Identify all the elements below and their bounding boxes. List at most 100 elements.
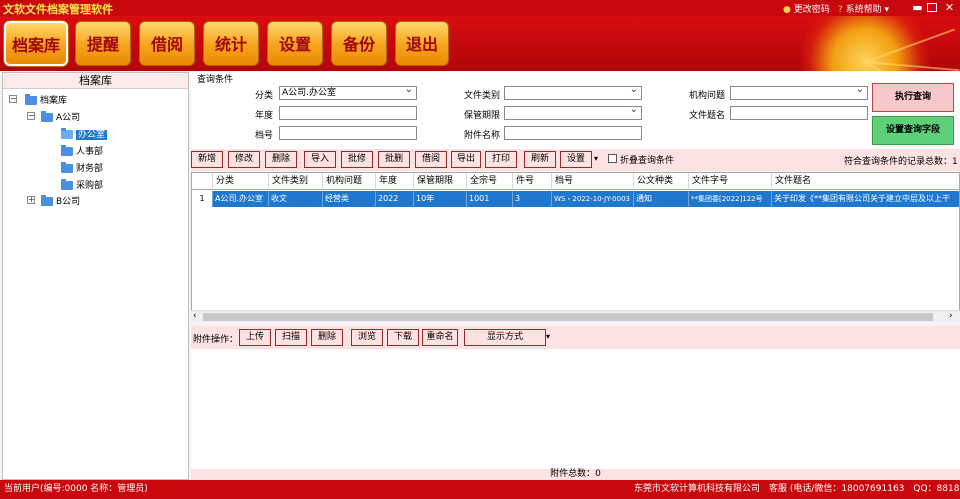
grid-cell[interactable]: 3	[513, 191, 552, 207]
attachment-name-input[interactable]	[504, 126, 642, 140]
settings-dropdown-icon[interactable]: ▾	[594, 154, 598, 163]
col-header[interactable]: 全宗号	[467, 173, 513, 190]
col-header[interactable]: 文件类别	[269, 173, 323, 190]
grid-cell[interactable]: 经营类	[323, 191, 376, 207]
file-type-select[interactable]	[504, 84, 642, 100]
browse-button[interactable]: 浏览	[351, 329, 383, 346]
settings-button[interactable]: 设置	[560, 151, 592, 168]
collapse-toggle[interactable]: −	[9, 95, 17, 103]
col-header[interactable]: 文件字号	[689, 173, 772, 190]
tree-node-finance[interactable]: 财务部	[61, 161, 103, 174]
grid-cell[interactable]: 1001	[467, 191, 513, 207]
archive-tree-panel: 档案库 − 档案库 − A公司 办公室 人事部 财务部 采购部 + B公司	[2, 72, 189, 480]
folder-icon	[61, 145, 73, 156]
nav-borrow[interactable]: 借阅	[139, 21, 195, 66]
grid-cell[interactable]: A公司.办公室	[213, 191, 269, 207]
borrow-button[interactable]: 借阅	[415, 151, 447, 168]
col-header[interactable]: 机构问题	[323, 173, 376, 190]
scrollbar-thumb[interactable]	[203, 313, 933, 321]
archive-no-input[interactable]	[279, 126, 417, 140]
attachment-delete-button[interactable]: 删除	[311, 329, 343, 346]
delete-button[interactable]: 删除	[265, 151, 297, 168]
system-help-menu[interactable]: ? 系统帮助 ▾	[838, 2, 889, 15]
nav-backup[interactable]: 备份	[331, 21, 387, 66]
tree-node-company-b[interactable]: B公司	[41, 194, 80, 207]
col-header[interactable]: 年度	[376, 173, 414, 190]
query-section-title: 查询条件	[197, 75, 234, 85]
tree-node-hr[interactable]: 人事部	[61, 144, 103, 157]
tree-node-purchasing[interactable]: 采购部	[61, 178, 103, 191]
folder-icon	[61, 179, 73, 190]
nav-reminder[interactable]: 提醒	[75, 21, 131, 66]
nav-settings[interactable]: 设置	[267, 21, 323, 66]
tree-node-label: 财务部	[76, 164, 104, 174]
tree-node-office[interactable]: 办公室	[61, 127, 108, 140]
scroll-left-icon[interactable]: ‹	[193, 311, 197, 321]
nav-statistics[interactable]: 统计	[203, 21, 259, 66]
add-button[interactable]: 新增	[191, 151, 223, 168]
record-count: 符合查询条件的记录总数：1	[844, 157, 958, 167]
print-button[interactable]: 打印	[485, 151, 517, 168]
grid-cell[interactable]: 2022	[376, 191, 414, 207]
close-button[interactable]: ✕	[943, 2, 956, 14]
attachment-total: 附件总数：0	[191, 469, 960, 480]
maximize-button[interactable]	[927, 3, 937, 12]
grid-cell[interactable]: 关于印发《**集团有限公司关于建立中层及以上干	[772, 191, 959, 207]
change-password-link[interactable]: ● 更改密码	[783, 2, 830, 15]
nav-exit[interactable]: 退出	[395, 21, 449, 66]
help-icon: ?	[838, 5, 843, 15]
collapse-query-label: 折叠查询条件	[620, 156, 675, 166]
col-header[interactable]: 件号	[513, 173, 552, 190]
grid-cell[interactable]: 收文	[269, 191, 323, 207]
edit-button[interactable]: 修改	[228, 151, 260, 168]
set-query-fields-button[interactable]: 设置查询字段	[872, 116, 954, 145]
retention-select[interactable]	[504, 104, 642, 120]
collapse-toggle[interactable]: −	[27, 112, 35, 120]
attachment-name-label: 附件名称	[464, 131, 501, 141]
tree-header: 档案库	[3, 73, 188, 89]
tree-node-label: 采购部	[76, 181, 104, 191]
grid-cell[interactable]: 通知	[634, 191, 689, 207]
year-input[interactable]	[279, 106, 417, 120]
rename-button[interactable]: 重命名	[422, 329, 458, 346]
grid-cell[interactable]: 10年	[414, 191, 467, 207]
col-header[interactable]: 保管期限	[414, 173, 467, 190]
minimize-button[interactable]: ▬	[911, 2, 924, 14]
record-toolbar: 新增 修改 删除 导入 批修 批删 借阅 导出 打印 刷新 设置 ▾ 折叠查询条…	[191, 149, 960, 171]
download-button[interactable]: 下载	[387, 329, 419, 346]
display-mode-button[interactable]: 显示方式	[464, 329, 546, 346]
col-header[interactable]: 分类	[213, 173, 269, 190]
tree-node-root[interactable]: 档案库	[25, 93, 67, 106]
nav-banner: 档案库 提醒 借阅 统计 设置 备份 退出	[0, 16, 960, 71]
grid-cell[interactable]: **集团委[2022]122号	[689, 191, 772, 207]
row-number[interactable]: 1	[192, 191, 213, 207]
col-header[interactable]: 公文种类	[634, 173, 689, 190]
col-header[interactable]: 档号	[552, 173, 634, 190]
col-header[interactable]: 文件题名	[772, 173, 959, 190]
scroll-right-icon[interactable]: ›	[949, 311, 953, 321]
import-button[interactable]: 导入	[304, 151, 336, 168]
file-title-input[interactable]	[730, 106, 868, 120]
refresh-button[interactable]: 刷新	[524, 151, 556, 168]
attachment-list[interactable]	[191, 349, 960, 469]
horizontal-scrollbar[interactable]: ‹ ›	[191, 310, 960, 322]
nav-archive[interactable]: 档案库	[4, 21, 68, 66]
export-button[interactable]: 导出	[451, 151, 481, 168]
grid-cell[interactable]: WS・2022-10-JY-0003	[552, 191, 634, 207]
scan-button[interactable]: 扫描	[275, 329, 307, 346]
year-label: 年度	[255, 111, 274, 121]
expand-toggle[interactable]: +	[27, 196, 35, 204]
collapse-query-checkbox[interactable]	[608, 154, 617, 163]
org-issue-select[interactable]	[730, 84, 868, 100]
upload-button[interactable]: 上传	[239, 329, 271, 346]
query-panel: 查询条件 分类 A公司.办公室 年度 档号 文件类别 保管期限 附件名称 机构问…	[191, 72, 960, 149]
app-title: 文软文件档案管理软件	[3, 3, 113, 16]
execute-query-button[interactable]: 执行查询	[872, 83, 954, 112]
category-select[interactable]: A公司.办公室	[279, 84, 417, 100]
display-mode-dropdown-icon[interactable]: ▾	[546, 332, 550, 341]
tree-node-company-a[interactable]: A公司	[41, 110, 80, 123]
batch-delete-button[interactable]: 批删	[378, 151, 410, 168]
title-bar: 文软文件档案管理软件 ● 更改密码 ? 系统帮助 ▾ ▬ ✕	[0, 0, 960, 16]
batch-edit-button[interactable]: 批修	[341, 151, 373, 168]
folder-icon	[61, 162, 73, 173]
